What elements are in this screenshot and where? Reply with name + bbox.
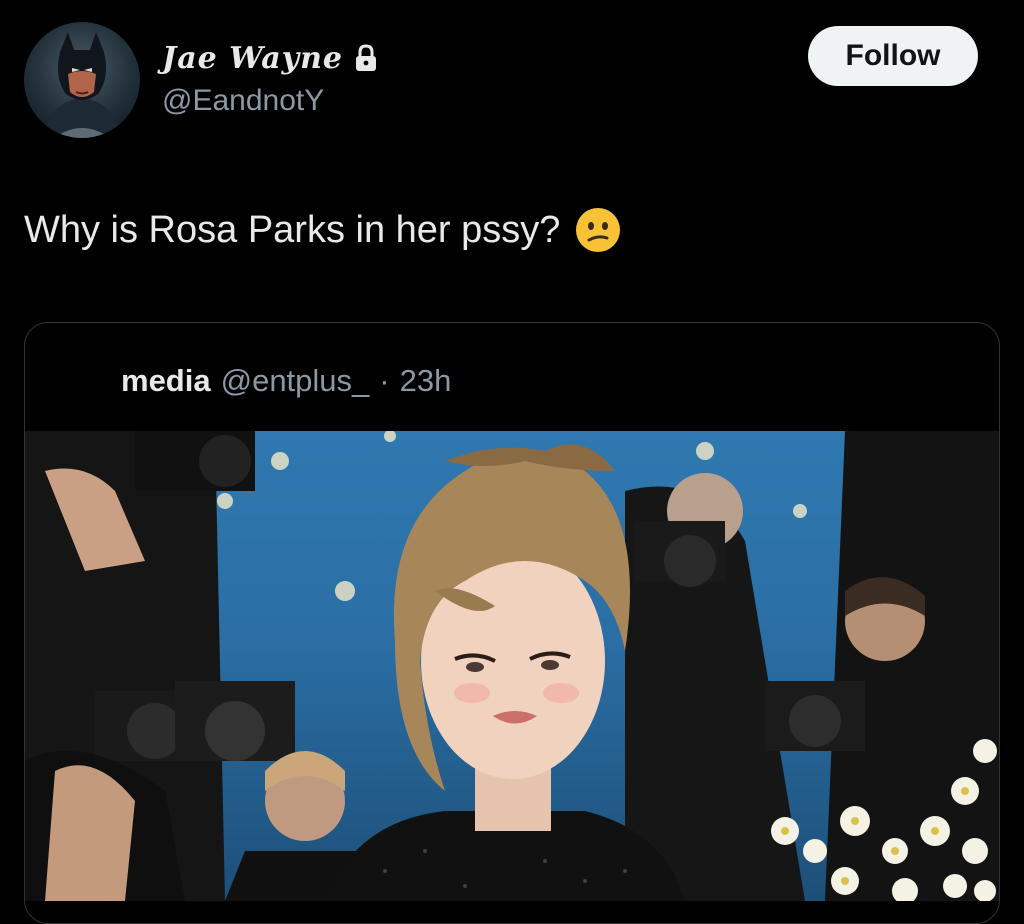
- quoted-timestamp[interactable]: 23h: [400, 363, 452, 399]
- batman-avatar-icon: [44, 32, 120, 138]
- photo-red-carpet-image: [25, 431, 999, 901]
- confused-face-emoji: [574, 206, 622, 254]
- display-name[interactable]: Jae Wayne: [162, 41, 343, 76]
- quoted-tweet-header: media @entplus_ · 23h: [121, 363, 451, 399]
- quoted-media[interactable]: [25, 431, 999, 901]
- name-row: Jae Wayne: [162, 36, 379, 80]
- follow-button[interactable]: Follow: [808, 26, 978, 86]
- avatar[interactable]: [24, 22, 140, 138]
- time-separator: ·: [379, 363, 390, 398]
- quoted-handle[interactable]: @entplus_: [221, 363, 370, 399]
- quoted-tweet-card[interactable]: media @entplus_ · 23h: [24, 322, 1000, 924]
- user-handle[interactable]: @EandnotY: [162, 84, 324, 118]
- quoted-display-name[interactable]: media: [121, 363, 211, 399]
- tweet-header: Jae Wayne @EandnotY Follow: [0, 0, 1024, 160]
- tweet-body: Why is Rosa Parks in her pssy?: [24, 206, 622, 254]
- tweet-text: Why is Rosa Parks in her pssy?: [24, 208, 561, 251]
- lock-icon: [353, 43, 379, 73]
